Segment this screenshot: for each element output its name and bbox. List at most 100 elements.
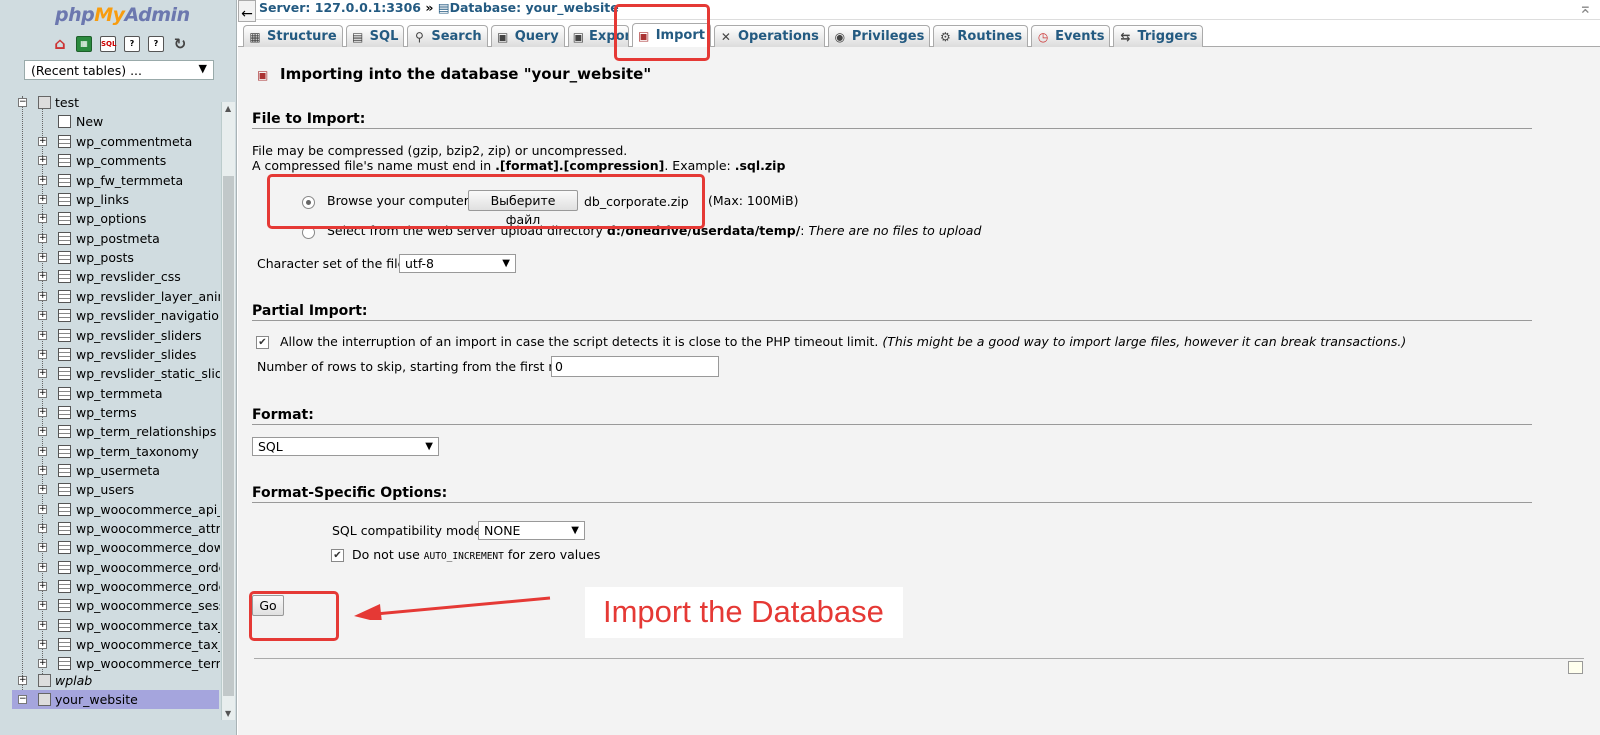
expand-icon[interactable]: + [38,330,47,340]
tree-db-your-website[interactable]: − your_website [12,690,219,709]
tree-table-item[interactable]: + wp_revslider_navigations [0,306,220,325]
tree-table-item[interactable]: + wp_options [0,209,220,228]
expand-icon[interactable]: + [38,272,47,282]
expand-icon[interactable]: + [38,311,47,321]
nav-scrollbar[interactable]: ▲ ▼ [221,102,235,720]
tree-table-item[interactable]: + wp_usermeta [0,461,220,480]
tree-table-item[interactable]: + wp_revslider_static_slides [0,364,220,383]
tab-privileges[interactable]: ◉ Privileges [827,25,931,47]
tree-table-item[interactable]: + wp_comments [0,151,220,170]
tree-db-wplab[interactable]: + wplab [0,671,220,690]
tab-routines[interactable]: ⚙ Routines [933,25,1029,47]
tree-table-item[interactable]: + wp_posts [0,248,220,267]
tree-table-item[interactable]: + wp_term_relationships [0,422,220,441]
expand-icon[interactable]: + [38,369,47,379]
tree-table-item[interactable]: + wp_woocommerce_attribu [0,519,220,538]
recent-tables-select[interactable]: (Recent tables) ... ▼ [24,60,214,80]
expand-icon[interactable]: + [38,524,47,533]
expand-icon[interactable]: + [38,582,47,592]
expand-icon[interactable]: + [38,214,47,224]
skip-rows-input[interactable]: 0 [551,356,719,377]
allow-interrupt-checkbox[interactable]: ✔ [256,336,269,349]
expand-icon[interactable]: + [38,465,47,475]
tree-table-item[interactable]: + wp_commentmeta [0,132,220,151]
tree-new-table[interactable]: New [0,112,220,131]
expand-icon[interactable]: + [38,407,47,417]
tree-table-item[interactable]: + wp_revslider_layer_anima [0,287,220,306]
tab-triggers[interactable]: ⇆ Triggers [1113,25,1204,47]
charset-select[interactable]: utf-8 ▼ [399,254,516,273]
sql-icon[interactable]: SQL [100,36,116,52]
expand-icon[interactable]: + [38,659,47,669]
compat-mode-select[interactable]: NONE ▼ [478,521,585,540]
tree-table-label: wp_fw_termmeta [76,172,184,188]
expand-icon[interactable]: + [38,543,47,553]
tab-operations[interactable]: ✕ Operations [713,25,825,47]
tree-table-item[interactable]: + wp_postmeta [0,229,220,248]
tab-sql[interactable]: ▤ SQL [345,25,405,47]
expand-icon[interactable]: + [38,446,47,456]
expand-icon[interactable]: + [38,233,47,243]
console-icon[interactable] [1568,661,1583,674]
collapse-icon[interactable]: − [18,98,27,107]
tree-table-item[interactable]: + wp_revslider_sliders [0,326,220,345]
expand-icon[interactable]: + [38,620,47,630]
tree-table-item[interactable]: + wp_woocommerce_api_ke [0,500,220,519]
tree-table-label: wp_woocommerce_sessi [76,598,220,614]
expand-icon[interactable]: + [38,156,47,166]
expand-icon[interactable]: + [38,137,47,146]
expand-icon[interactable]: + [38,291,47,301]
tree-table-item[interactable]: + wp_woocommerce_order_ [0,558,220,577]
annotation-arrow [354,596,551,620]
breadcrumb-server[interactable]: Server: 127.0.0.1:3306 [259,0,421,15]
tree-table-item[interactable]: + wp_woocommerce_downl [0,538,220,557]
expand-icon[interactable]: + [38,253,47,263]
breadcrumb-database[interactable]: Database: your_website [450,0,619,15]
tree-table-item[interactable]: + wp_fw_termmeta [0,171,220,190]
expand-icon[interactable]: + [38,175,47,185]
grid-icon[interactable]: ▦ [76,36,92,52]
expand-icon[interactable]: + [38,485,47,495]
tree-table-item[interactable]: + wp_users [0,480,220,499]
tree-table-item[interactable]: + wp_termmeta [0,384,220,403]
tab-search[interactable]: ⚲ Search [407,25,488,47]
tree-table-item[interactable]: + wp_links [0,190,220,209]
tree-table-item[interactable]: + wp_woocommerce_tax_ra [0,616,220,635]
phpmyadmin-logo[interactable]: phpMyAdmin [55,4,190,26]
table-icon [58,309,71,323]
expand-icon[interactable]: + [38,388,47,398]
tab-structure[interactable]: ▦ Structure [243,25,343,47]
tree-table-item[interactable]: + wp_revslider_slides [0,345,220,364]
tree-table-label: wp_woocommerce_attribu [76,521,220,536]
help-icon[interactable]: ? [148,36,164,52]
expand-icon[interactable]: + [38,504,47,514]
tab-events[interactable]: ◷ Events [1031,25,1111,47]
collapse-nav-button[interactable]: ← [238,0,256,22]
format-select[interactable]: SQL ▼ [252,437,439,456]
scroll-up-icon[interactable]: ▲ [225,104,231,113]
tree-table-item[interactable]: + wp_woocommerce_tax_ra [0,635,220,654]
tab-query[interactable]: ▣ Query [490,25,565,47]
expand-icon[interactable]: + [38,562,47,572]
scrollbar-thumb[interactable] [223,176,234,696]
home-icon[interactable]: ⌂ [52,36,68,52]
reload-icon[interactable]: ↻ [172,36,188,52]
docs-icon[interactable]: ? [124,36,140,52]
expand-icon[interactable]: + [38,195,47,205]
tree-db-test[interactable]: − test [0,96,220,112]
expand-icon[interactable]: + [38,427,47,437]
expand-icon[interactable]: + [38,640,47,650]
expand-icon[interactable]: + [18,676,27,685]
tree-table-item[interactable]: + wp_woocommerce_order_ [0,577,220,596]
tree-table-item[interactable]: + wp_term_taxonomy [0,442,220,461]
tree-table-item[interactable]: + wp_terms [0,403,220,422]
new-table-icon [58,115,71,128]
no-auto-increment-checkbox[interactable]: ✔ [331,549,344,562]
collapse-icon[interactable]: − [18,695,27,704]
collapse-top-icon[interactable]: ⌅ [1579,0,1592,17]
tree-table-item[interactable]: + wp_woocommerce_sessi [0,596,220,615]
tree-table-item[interactable]: + wp_revslider_css [0,267,220,286]
expand-icon[interactable]: + [38,601,47,611]
expand-icon[interactable]: + [38,349,47,359]
scroll-down-icon[interactable]: ▼ [225,709,231,718]
